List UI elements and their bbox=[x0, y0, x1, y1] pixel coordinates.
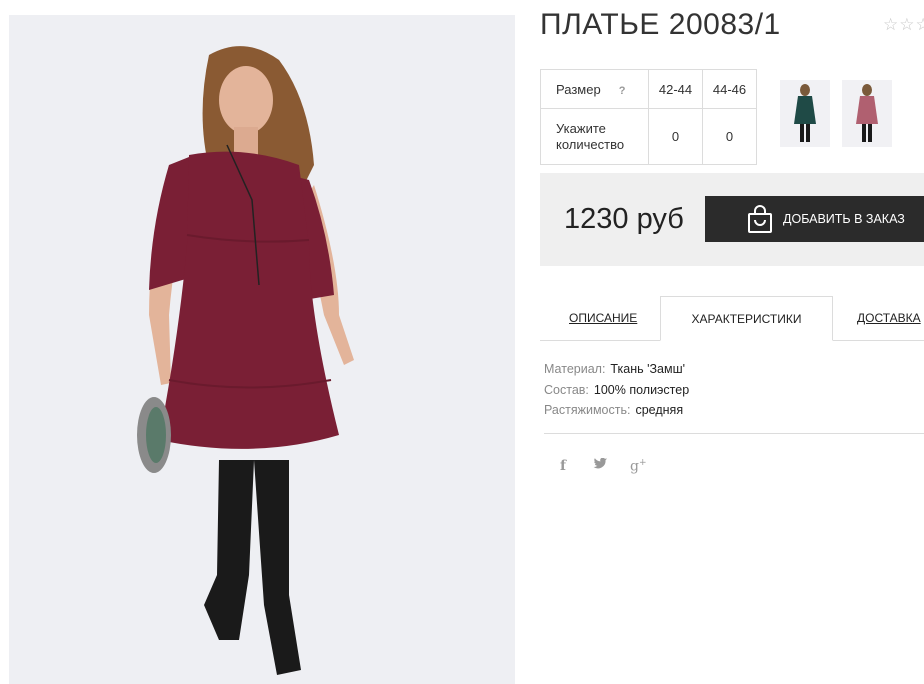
size-label-cell: Размер? bbox=[540, 69, 649, 109]
specs-list: Материал: Ткань 'Замш' Состав: 100% полиэс… bbox=[544, 359, 689, 421]
size-option: 44-46 bbox=[702, 69, 757, 109]
shopping-bag-icon bbox=[747, 204, 773, 234]
size-option: 42-44 bbox=[648, 69, 703, 109]
quantity-input[interactable]: 0 bbox=[648, 108, 703, 165]
tab-description-label: ОПИСАНИЕ bbox=[569, 311, 638, 325]
add-to-order-label: ДОБАВИТЬ В ЗАКАЗ bbox=[783, 212, 905, 226]
quantity-input[interactable]: 0 bbox=[702, 108, 757, 165]
tab-characteristics[interactable]: ХАРАКТЕРИСТИКИ bbox=[660, 296, 833, 341]
spec-row: Материал: Ткань 'Замш' bbox=[544, 359, 689, 380]
google-plus-icon[interactable]: g+ bbox=[630, 458, 647, 475]
price: 1230 руб bbox=[564, 203, 684, 235]
tab-description[interactable]: ОПИСАНИЕ bbox=[569, 296, 637, 341]
product-photo[interactable] bbox=[9, 15, 515, 684]
spec-key: Материал: bbox=[544, 362, 606, 376]
size-help-icon[interactable]: ? bbox=[619, 85, 626, 97]
spec-key: Растяжимость: bbox=[544, 403, 631, 417]
spec-key: Состав: bbox=[544, 382, 589, 397]
thumbnail-image bbox=[842, 80, 892, 147]
product-tabs: ОПИСАНИЕ ХАРАКТЕРИСТИКИ ДОСТАВКА bbox=[540, 296, 924, 341]
tab-delivery[interactable]: ДОСТАВКА bbox=[857, 296, 921, 341]
spec-value: 100% полиэстер bbox=[593, 382, 690, 397]
model-illustration bbox=[9, 15, 515, 684]
size-label: Размер bbox=[556, 81, 601, 97]
spec-row: Растяжимость: средняя bbox=[544, 400, 689, 421]
price-box: 1230 руб ДОБАВИТЬ В ЗАКАЗ bbox=[540, 173, 924, 266]
thumbnail-image bbox=[780, 80, 830, 147]
color-thumbnail-green[interactable] bbox=[780, 80, 830, 147]
spec-row: Состав: 100% полиэстер bbox=[544, 380, 689, 401]
color-thumbnail-burgundy[interactable] bbox=[842, 80, 892, 147]
rating-stars[interactable]: ☆☆☆ bbox=[883, 15, 924, 35]
tab-characteristics-label: ХАРАКТЕРИСТИКИ bbox=[691, 312, 802, 326]
add-to-order-button[interactable]: ДОБАВИТЬ В ЗАКАЗ bbox=[705, 196, 924, 242]
divider bbox=[544, 433, 924, 434]
tab-delivery-label: ДОСТАВКА bbox=[857, 311, 921, 325]
quantity-label: Укажите количество bbox=[540, 108, 649, 165]
product-title: ПЛАТЬЕ 20083/1 bbox=[540, 8, 781, 41]
spec-value: средняя bbox=[635, 403, 684, 417]
spec-value: Ткань 'Замш' bbox=[610, 362, 685, 376]
size-table: Размер? 42-44 44-46 Укажите количество 0… bbox=[540, 69, 757, 165]
twitter-icon[interactable] bbox=[593, 457, 608, 474]
facebook-icon[interactable]: f bbox=[560, 458, 566, 474]
